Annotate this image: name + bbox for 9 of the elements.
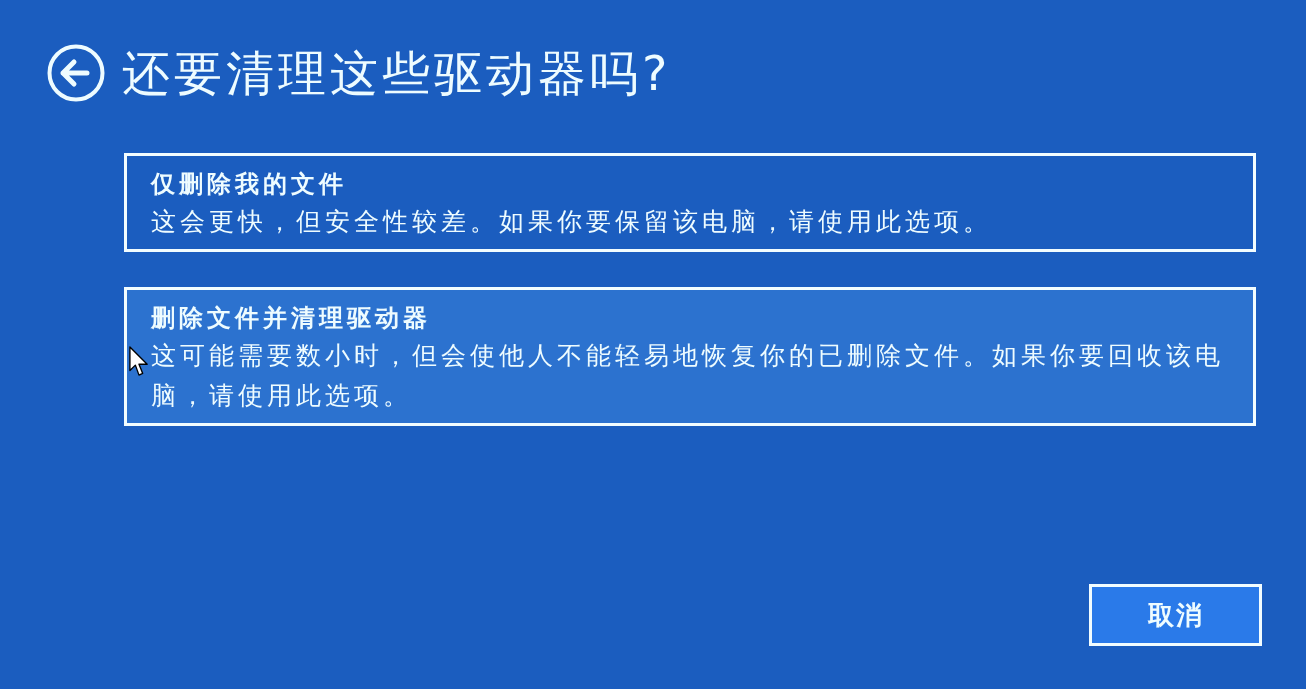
option-title: 仅删除我的文件 — [151, 169, 347, 200]
cancel-button[interactable]: 取消 — [1089, 584, 1262, 646]
mouse-cursor-icon — [129, 346, 149, 377]
option-title: 删除文件并清理驱动器 — [151, 303, 431, 334]
option-description: 这可能需要数小时，但会使他人不能轻易地恢复你的已删除文件。如果你要回收该电脑，请使用此选项。 — [151, 340, 1225, 412]
option-description: 这会更快，但安全性较差。如果你要保留该电脑，请使用此选项。 — [151, 206, 993, 238]
option-card[interactable]: 仅删除我的文件 这会更快，但安全性较差。如果你要保留该电脑，请使用此选项。 — [124, 153, 1256, 252]
page-title: 还要清理这些驱动器吗? — [122, 44, 672, 103]
option-card[interactable]: 删除文件并清理驱动器 这可能需要数小时，但会使他人不能轻易地恢复你的已删除文件。如果你要回收该电脑，请使用此选项。 — [124, 287, 1256, 426]
